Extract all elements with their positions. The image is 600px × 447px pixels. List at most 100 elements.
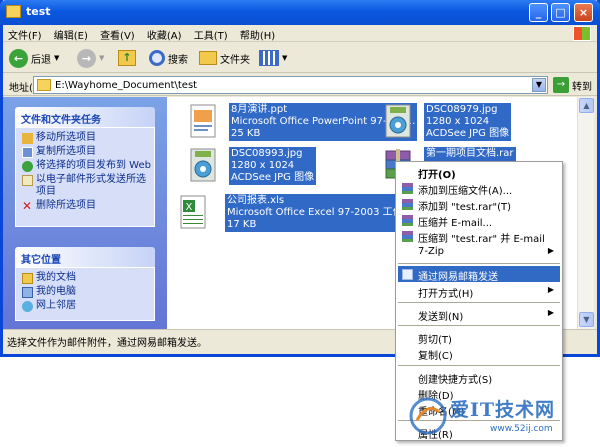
my-documents-icon — [22, 273, 33, 284]
folders-icon — [199, 51, 217, 65]
windows-logo-icon — [573, 26, 591, 41]
file-dimensions: 1280 x 1024 — [426, 116, 490, 127]
task-email[interactable]: 以电子邮件形式发送所选项目 — [22, 174, 154, 198]
menu-item-send-via-netease-mail[interactable]: 通过网易邮箱发送 — [398, 266, 560, 283]
forward-button[interactable]: → ▼ — [77, 47, 104, 69]
task-publish-web[interactable]: 将选择的项目发布到 Web — [22, 160, 154, 172]
vertical-scrollbar[interactable]: ▲ ▼ — [577, 97, 594, 329]
file-tasks-panel: 移动所选项目 复制所选项目 将选择的项目发布到 Web 以电子邮件形式发送所选项… — [15, 127, 155, 227]
folder-icon — [37, 79, 51, 91]
title-bar[interactable]: test _ □ × — [0, 0, 600, 25]
delete-icon: ✕ — [22, 199, 33, 213]
scroll-down-button[interactable]: ▼ — [579, 312, 594, 327]
menu-bar: 文件(F) 编辑(E) 查看(V) 收藏(A) 工具(T) 帮助(H) — [3, 25, 597, 42]
watermark-logo-icon — [409, 397, 447, 435]
jpg-file-icon — [190, 148, 216, 182]
place-my-computer[interactable]: 我的电脑 — [22, 286, 154, 298]
menu-item-copy[interactable]: 复制(C) — [398, 345, 560, 362]
site-watermark: 爱IT技术网 www.52ij.com — [398, 392, 598, 444]
up-folder-button[interactable]: ↑ — [118, 47, 136, 69]
file-type: ACDSee JPG 图像 — [231, 172, 315, 183]
search-icon — [149, 50, 165, 66]
menu-tools[interactable]: 工具(T) — [189, 25, 232, 42]
svg-text:X: X — [186, 202, 193, 213]
submenu-arrow-icon: ▶ — [547, 285, 554, 294]
menu-item-open-with[interactable]: 打开方式(H) ▶ — [398, 283, 560, 300]
menu-item-7zip[interactable]: 7-Zip ▶ — [398, 244, 560, 260]
scroll-up-button[interactable]: ▲ — [579, 98, 594, 113]
file-type: ACDSee JPG 图像 — [426, 128, 510, 139]
menu-file[interactable]: 文件(F) — [3, 25, 46, 42]
menu-item-add-to-test-rar[interactable]: 添加到 "test.rar"(T) — [398, 196, 560, 213]
back-button[interactable]: ← 后退 ▼ — [9, 47, 59, 69]
menu-view[interactable]: 查看(V) — [95, 25, 139, 42]
my-computer-icon — [22, 287, 33, 298]
menu-help[interactable]: 帮助(H) — [235, 25, 279, 42]
address-dropdown-button[interactable]: ▼ — [532, 78, 546, 92]
other-places-panel: 我的文档 我的电脑 网上邻居 — [15, 267, 155, 321]
menu-separator — [398, 325, 560, 326]
status-text: 选择文件作为邮件附件，通过网易邮箱发送。 — [7, 338, 207, 349]
address-path: E:\Wayhome_Document\test — [55, 80, 198, 91]
close-button[interactable]: × — [574, 3, 593, 22]
menu-edit[interactable]: 编辑(E) — [49, 25, 92, 42]
address-bar: 地址(D) E:\Wayhome_Document\test ▼ → 转到 — [3, 74, 597, 96]
go-button[interactable]: → 转到 — [553, 77, 592, 93]
menu-item-add-to-archive[interactable]: 添加到压缩文件(A)... — [398, 180, 560, 197]
menu-item-compress-to-test-rar-email[interactable]: 压缩到 "test.rar" 并 E-mail — [398, 228, 560, 245]
winrar-icon — [402, 215, 413, 226]
menu-favorites[interactable]: 收藏(A) — [142, 25, 186, 42]
up-folder-icon: ↑ — [118, 50, 136, 66]
views-icon — [259, 50, 279, 66]
task-delete[interactable]: ✕ 删除所选项目 — [22, 200, 154, 212]
file-name: DSC08979.jpg — [426, 104, 498, 115]
place-network[interactable]: 网上邻居 — [22, 300, 154, 312]
window-title: test — [26, 5, 51, 18]
menu-item-cut[interactable]: 剪切(T) — [398, 329, 560, 346]
task-move[interactable]: 移动所选项目 — [22, 132, 154, 144]
address-input[interactable]: E:\Wayhome_Document\test ▼ — [33, 76, 548, 94]
winrar-icon — [402, 183, 413, 194]
menu-item-compress-email[interactable]: 压缩并 E-mail... — [398, 212, 560, 229]
web-publish-icon — [22, 161, 33, 172]
menu-item-send-to[interactable]: 发送到(N) ▶ — [398, 306, 560, 323]
folders-button[interactable]: 文件夹 — [199, 47, 250, 69]
chevron-down-icon: ▼ — [282, 54, 288, 62]
other-places-header[interactable]: 其它位置 — [15, 247, 155, 267]
search-button[interactable]: 搜索 — [149, 47, 188, 69]
file-tasks-header[interactable]: 文件和文件夹任务 — [15, 107, 155, 127]
file-name: 第一期项目文档.rar — [426, 148, 514, 159]
menu-separator — [398, 365, 560, 366]
go-arrow-icon: → — [553, 77, 569, 93]
copy-icon — [22, 147, 33, 158]
file-name: DSC08993.jpg — [231, 148, 303, 159]
menu-item-open[interactable]: 打开(O) — [398, 164, 560, 181]
back-arrow-icon: ← — [9, 48, 28, 68]
move-icon — [22, 133, 33, 144]
file-size: 17 KB — [227, 219, 257, 230]
task-copy[interactable]: 复制所选项目 — [22, 146, 154, 158]
submenu-arrow-icon: ▶ — [547, 308, 554, 317]
menu-item-create-shortcut[interactable]: 创建快捷方式(S) — [398, 369, 560, 386]
netease-mail-icon — [402, 269, 413, 280]
excel-file-icon: X — [180, 195, 206, 229]
file-name: 公司报表.xls — [227, 195, 285, 206]
place-my-documents[interactable]: 我的文档 — [22, 272, 154, 284]
winrar-icon — [402, 231, 413, 242]
menu-separator — [398, 263, 560, 264]
chevron-down-icon: ▼ — [99, 54, 105, 62]
watermark-brand: 爱IT技术网 — [450, 399, 556, 421]
powerpoint-file-icon — [190, 104, 216, 138]
toolbar: ← 后退 ▼ → ▼ ↑ 搜索 文件夹 ▼ — [3, 43, 597, 73]
minimize-button[interactable]: _ — [529, 3, 548, 22]
folder-icon — [6, 5, 21, 18]
email-icon — [22, 175, 33, 186]
maximize-button[interactable]: □ — [551, 3, 570, 22]
views-button[interactable]: ▼ — [259, 47, 287, 69]
file-dimensions: 1280 x 1024 — [231, 160, 295, 171]
chevron-down-icon: ▼ — [54, 54, 60, 62]
menu-separator — [398, 302, 560, 303]
file-type: Microsoft Office Excel 97-2003 工作表 — [227, 207, 413, 218]
task-pane: 文件和文件夹任务 移动所选项目 复制所选项目 将选择的项目发布到 Web 以电子… — [3, 97, 167, 329]
winrar-icon — [402, 199, 413, 210]
